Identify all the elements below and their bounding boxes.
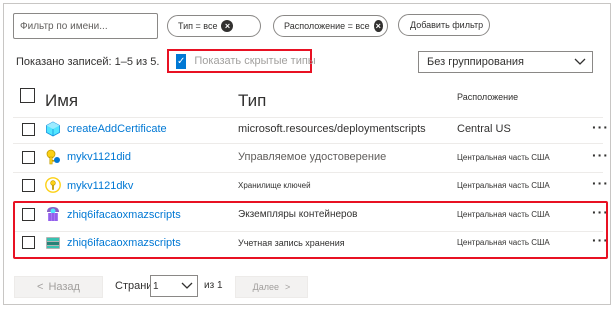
- more-options-icon[interactable]: ···: [592, 147, 609, 163]
- row-location: Центральная часть США: [457, 153, 550, 162]
- more-options-icon[interactable]: ···: [592, 175, 609, 191]
- page-select-value: 1: [153, 280, 159, 292]
- name-filter-input[interactable]: [13, 13, 158, 39]
- select-all-checkbox[interactable]: [20, 88, 35, 103]
- type-filter-label: Тип = все: [178, 21, 218, 31]
- next-page-label: Далее: [252, 282, 280, 292]
- row-checkbox[interactable]: [22, 179, 35, 192]
- row-checkbox[interactable]: [22, 123, 35, 136]
- previous-page-button[interactable]: < Назад: [14, 276, 103, 298]
- row-name-link[interactable]: createAddCertificate: [67, 123, 167, 135]
- next-page-button[interactable]: Далее >: [235, 276, 308, 298]
- type-filter-pill[interactable]: Тип = все ×: [167, 15, 261, 37]
- row-checkbox[interactable]: [22, 151, 35, 164]
- show-hidden-types-toggle[interactable]: ✓ Показать скрытые типы: [167, 49, 316, 73]
- page-select[interactable]: 1: [150, 275, 198, 297]
- more-options-icon[interactable]: ···: [592, 119, 609, 135]
- add-filter-label: Добавить фильтр: [410, 20, 484, 30]
- add-filter-button[interactable]: Добавить фильтр: [398, 14, 490, 36]
- managed-identity-icon: [46, 149, 60, 165]
- location-filter-pill[interactable]: Расположение = все ×: [273, 15, 388, 37]
- page-count-label: из 1: [204, 280, 223, 291]
- chevron-right-icon: >: [285, 282, 291, 292]
- checkbox-checked-icon[interactable]: ✓: [176, 53, 187, 69]
- row-type: Управляемое удостоверение: [238, 151, 387, 163]
- location-filter-label: Расположение = все: [284, 21, 370, 31]
- row-location: Центральная часть США: [457, 181, 550, 190]
- column-header-type[interactable]: Тип: [238, 91, 266, 111]
- row-location: Central US: [457, 123, 511, 135]
- close-icon[interactable]: ×: [373, 20, 383, 32]
- chevron-down-icon: [181, 282, 193, 289]
- records-count: Показано записей: 1–5 из 5.: [16, 56, 160, 68]
- show-hidden-types-label: Показать скрытые типы: [194, 55, 316, 67]
- deployment-script-icon: [46, 121, 60, 137]
- column-header-location[interactable]: Расположение: [457, 92, 518, 102]
- grouping-dropdown[interactable]: Без группирования: [418, 51, 593, 73]
- highlight-box: [13, 201, 608, 259]
- row-type: Хранилище ключей: [238, 181, 311, 190]
- close-icon[interactable]: ×: [221, 20, 234, 32]
- chevron-down-icon: [574, 58, 586, 65]
- key-vault-icon: [45, 177, 61, 193]
- row-name-link[interactable]: mykv1121dkv: [67, 180, 133, 192]
- previous-page-label: Назад: [48, 281, 80, 293]
- row-type: microsoft.resources/deploymentscripts: [238, 123, 426, 135]
- row-name-link[interactable]: mykv1121did: [67, 151, 131, 163]
- chevron-left-icon: <: [37, 281, 44, 293]
- grouping-value: Без группирования: [427, 56, 525, 68]
- column-header-name[interactable]: Имя: [45, 91, 78, 111]
